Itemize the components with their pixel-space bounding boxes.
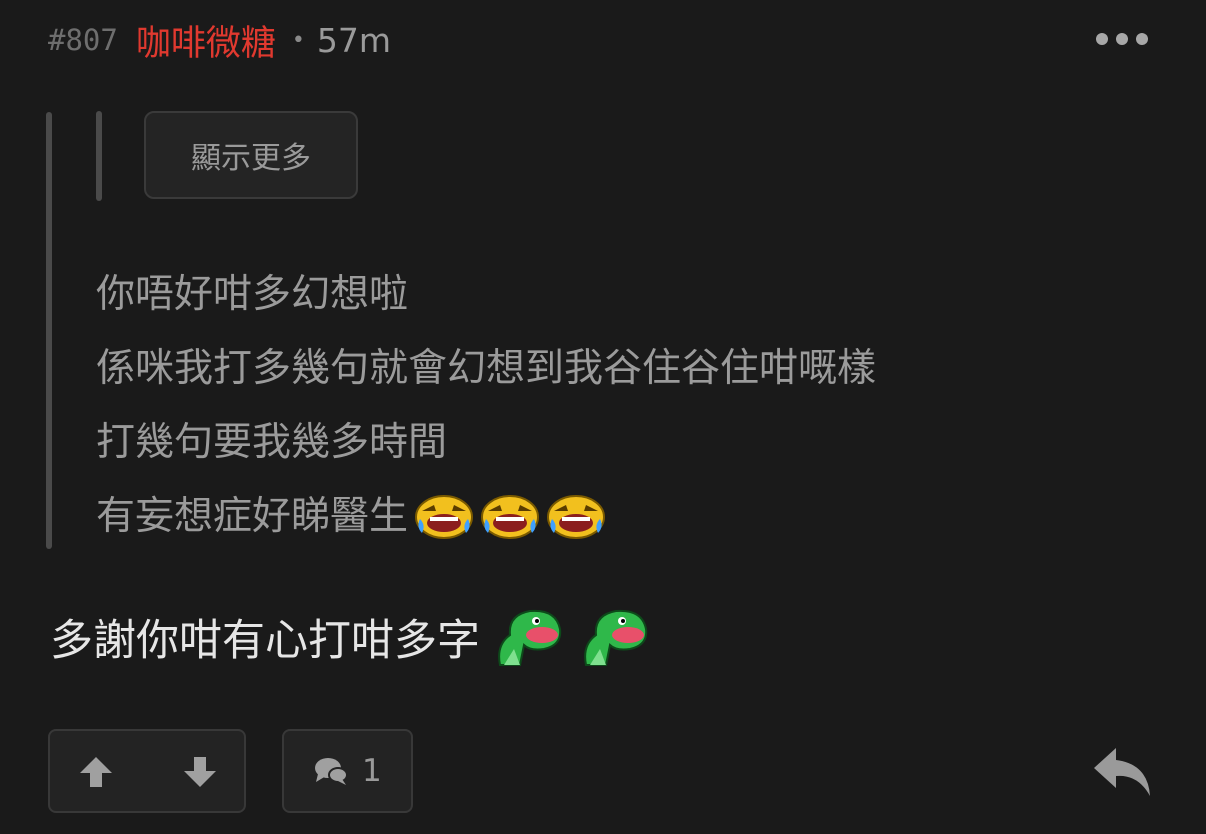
green-dino-emoji [498, 609, 562, 666]
quote-line-text: 你唔好咁多幻想啦 [96, 272, 409, 317]
vote-box [48, 729, 246, 813]
quote-line: 係咪我打多幾句就會幻想到我谷住谷住咁嘅樣 [96, 332, 876, 406]
username-link[interactable]: 咖啡微糖 [136, 15, 276, 66]
comment-count: 1 [362, 753, 382, 789]
quote-line: 打幾句要我幾多時間 [96, 406, 876, 480]
laugh-cry-emoji [415, 495, 474, 539]
floor-number: #807 [48, 23, 118, 57]
arrow-down-icon[interactable] [182, 755, 218, 789]
separator-dot: • [291, 27, 305, 53]
quote-line: 有妄想症好睇醫生 [96, 480, 876, 554]
laugh-cry-emoji [481, 495, 540, 539]
arrow-up-icon[interactable] [78, 755, 114, 789]
quote-bar [46, 112, 52, 549]
show-more-button[interactable]: 顯示更多 [144, 111, 358, 199]
quote-line: 你唔好咁多幻想啦 [96, 258, 876, 332]
green-dino-emoji [584, 609, 648, 666]
more-options-icon[interactable] [1096, 31, 1148, 47]
nested-quote-bar [96, 111, 102, 201]
reply-arrow-icon[interactable] [1092, 746, 1152, 798]
comment-button[interactable]: 1 [282, 729, 413, 813]
more-dot [1136, 33, 1148, 45]
laugh-cry-emoji [547, 495, 606, 539]
quote-line-text: 有妄想症好睇醫生 [96, 494, 409, 539]
post-header: #807 咖啡微糖 • 57m [48, 18, 391, 64]
reply-text: 多謝你咁有心打咁多字 [50, 616, 480, 666]
post-time: 57m [316, 20, 391, 60]
reply-content: 多謝你咁有心打咁多字 [50, 602, 652, 672]
more-dot [1096, 33, 1108, 45]
quoted-content: 你唔好咁多幻想啦 係咪我打多幾句就會幻想到我谷住谷住咁嘅樣 打幾句要我幾多時間 … [96, 258, 876, 554]
quote-line-text: 係咪我打多幾句就會幻想到我谷住谷住咁嘅樣 [96, 346, 877, 391]
quote-line-text: 打幾句要我幾多時間 [96, 420, 448, 465]
speech-bubbles-icon [315, 758, 348, 785]
more-dot [1116, 33, 1128, 45]
